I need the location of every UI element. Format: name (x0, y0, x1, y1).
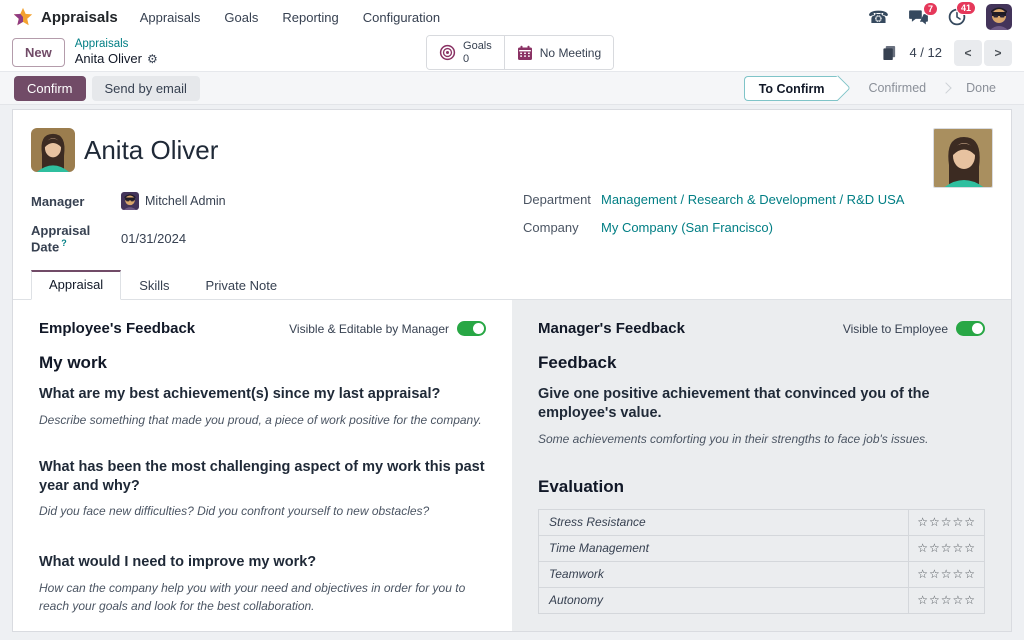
question-text: What has been the most challenging aspec… (39, 458, 486, 496)
employee-toggle-label: Visible & Editable by Manager (289, 322, 449, 336)
goals-stat-button[interactable]: Goals 0 (427, 36, 504, 69)
department-link[interactable]: Management / Research & Development / R&… (601, 192, 904, 207)
evaluation-row: Teamwork ☆☆☆☆☆ (539, 561, 985, 587)
settings-gear-icon[interactable] (147, 52, 158, 67)
goals-label: Goals (463, 40, 492, 53)
question-block[interactable]: Give one positive achievement that convi… (538, 385, 985, 448)
chevron-right-icon (940, 82, 951, 93)
question-text: What are my best achievement(s) since my… (39, 385, 486, 404)
app-name[interactable]: Appraisals (41, 9, 118, 26)
employee-feedback-panel: Employee's Feedback Visible & Editable b… (13, 300, 512, 631)
nav-item-appraisals[interactable]: Appraisals (140, 10, 201, 25)
star-rating[interactable]: ☆☆☆☆☆ (909, 561, 985, 587)
manager-toggle-label: Visible to Employee (843, 322, 948, 336)
question-text: What would I need to improve my work? (39, 553, 486, 572)
help-marker: ? (61, 238, 67, 248)
question-block[interactable]: What are my best achievement(s) since my… (39, 385, 486, 429)
question-help: How can the company help you with your n… (39, 579, 486, 616)
status-bar: Confirm Send by email To Confirm Confirm… (0, 72, 1024, 105)
new-button[interactable]: New (12, 38, 65, 67)
top-navbar: Appraisals Appraisals Goals Reporting Co… (0, 0, 1024, 34)
star-rating[interactable]: ☆☆☆☆☆ (909, 535, 985, 561)
appraisal-date-value[interactable]: 01/31/2024 (121, 231, 186, 246)
tab-skills[interactable]: Skills (121, 270, 187, 300)
form-sheet: Anita Oliver Manager (12, 109, 1012, 632)
messages-badge: 7 (923, 2, 938, 16)
question-help: Some achievements comforting you in thei… (538, 430, 985, 449)
control-panel: New Appraisals Anita Oliver Goals (0, 34, 1024, 72)
manager-avatar (121, 192, 139, 210)
nav-item-configuration[interactable]: Configuration (363, 10, 440, 25)
manager-label: Manager (31, 194, 121, 209)
tab-appraisal[interactable]: Appraisal (31, 270, 121, 300)
notebook-tabs: Appraisal Skills Private Note (13, 270, 1011, 300)
star-rating[interactable]: ☆☆☆☆☆ (909, 509, 985, 535)
skill-label: Stress Resistance (539, 509, 909, 535)
employee-avatar[interactable] (31, 128, 75, 172)
question-text: Give one positive achievement that convi… (538, 385, 978, 423)
department-label: Department (523, 192, 601, 207)
question-block[interactable]: What has been the most challenging aspec… (39, 458, 486, 521)
question-help: Describe something that made you proud, … (39, 411, 486, 430)
question-help: Did you face new difficulties? Did you c… (39, 502, 486, 521)
status-step-confirmed[interactable]: Confirmed (854, 76, 940, 101)
manager-feedback-panel: Manager's Feedback Visible to Employee F… (512, 300, 1011, 631)
softphone-icon[interactable]: ☎ (868, 9, 889, 26)
calendar-icon (517, 45, 533, 61)
app-logo-star-icon (12, 6, 34, 28)
evaluation-row: Time Management ☆☆☆☆☆ (539, 535, 985, 561)
breadcrumb: Appraisals Anita Oliver (75, 38, 158, 66)
skill-label: Autonomy (539, 587, 909, 613)
confirm-button[interactable]: Confirm (14, 76, 86, 101)
status-step-done[interactable]: Done (952, 76, 1010, 101)
manager-visibility-toggle[interactable] (956, 321, 985, 336)
feedback-heading: Feedback (538, 353, 985, 373)
star-rating[interactable]: ☆☆☆☆☆ (909, 587, 985, 613)
evaluation-heading: Evaluation (538, 477, 985, 497)
tab-private-note[interactable]: Private Note (188, 270, 296, 300)
target-icon (439, 44, 456, 61)
messages-icon[interactable]: 7 (909, 9, 928, 25)
nav-item-goals[interactable]: Goals (224, 10, 258, 25)
goals-count: 0 (463, 53, 469, 66)
activities-clock-icon[interactable]: 41 (948, 8, 966, 26)
status-step-to-confirm[interactable]: To Confirm (744, 76, 839, 101)
company-link[interactable]: My Company (San Francisco) (601, 220, 773, 235)
app-switcher[interactable]: Appraisals (12, 6, 118, 28)
user-avatar[interactable] (986, 4, 1012, 30)
pager-next-button[interactable] (984, 40, 1012, 66)
activities-badge: 41 (956, 1, 976, 15)
breadcrumb-current: Anita Oliver (75, 52, 158, 67)
breadcrumb-parent-link[interactable]: Appraisals (75, 38, 158, 51)
employee-name-title[interactable]: Anita Oliver (84, 135, 218, 166)
question-block[interactable]: What would I need to improve my work? Ho… (39, 553, 486, 616)
evaluation-row: Autonomy ☆☆☆☆☆ (539, 587, 985, 613)
bookmark-icon[interactable] (882, 45, 897, 61)
employee-feedback-title: Employee's Feedback (39, 320, 195, 337)
status-steps: To Confirm Confirmed Done (744, 76, 1010, 101)
my-work-heading: My work (39, 353, 486, 373)
send-by-email-button[interactable]: Send by email (92, 76, 200, 101)
meeting-label: No Meeting (540, 46, 601, 60)
meeting-stat-button[interactable]: No Meeting (504, 36, 613, 69)
employee-visibility-toggle[interactable] (457, 321, 486, 336)
nav-item-reporting[interactable]: Reporting (282, 10, 338, 25)
evaluation-table: Stress Resistance ☆☆☆☆☆ Time Management … (538, 509, 985, 614)
appraisal-date-label: Appraisal Date? (31, 223, 121, 254)
employee-photo (933, 128, 993, 188)
manager-value[interactable]: Mitchell Admin (121, 192, 226, 210)
manager-feedback-title: Manager's Feedback (538, 320, 685, 337)
pager-previous-button[interactable] (954, 40, 982, 66)
company-label: Company (523, 220, 601, 235)
pager-value: 4 / 12 (909, 45, 942, 60)
main-menu: Appraisals Goals Reporting Configuration (140, 10, 440, 25)
skill-label: Teamwork (539, 561, 909, 587)
skill-label: Time Management (539, 535, 909, 561)
evaluation-row: Stress Resistance ☆☆☆☆☆ (539, 509, 985, 535)
stat-button-group: Goals 0 No (426, 35, 614, 70)
